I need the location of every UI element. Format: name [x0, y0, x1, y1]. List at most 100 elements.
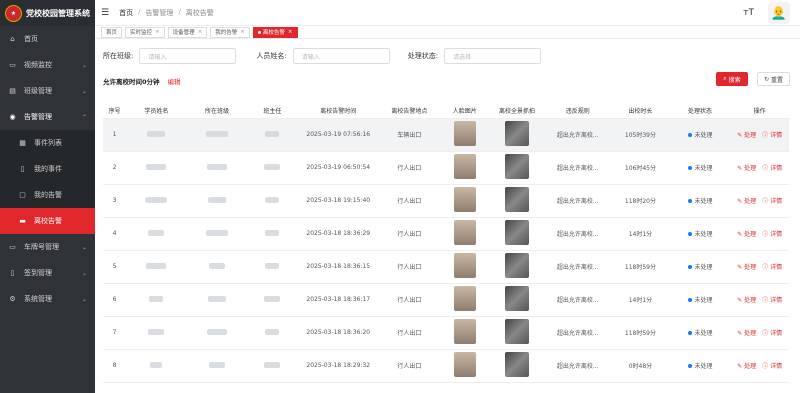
- handle-button[interactable]: ✎ 处理: [737, 328, 756, 337]
- face-image[interactable]: [439, 151, 490, 185]
- table-row[interactable]: 3 2025-03-18 19:15:40 行人出口 超出允许离校... 118时20分…: [103, 184, 789, 218]
- handle-button[interactable]: ✎ 处理: [737, 196, 756, 205]
- table-row[interactable]: 7 2025-03-18 18:36:20 行人出口 超出允许离校... 118时59分…: [103, 316, 789, 350]
- violated-rule: 超出允许离校...: [544, 118, 612, 152]
- sidebar-item-alarm[interactable]: ◉ 告警管理 ⌃: [0, 104, 95, 130]
- row-actions: ✎ 处理 ⓘ 详情: [730, 151, 789, 185]
- sidebar-item-video[interactable]: ▭ 视频监控 ⌄: [0, 52, 95, 78]
- face-image[interactable]: [439, 217, 490, 251]
- face-image[interactable]: [439, 316, 490, 350]
- row-actions: ✎ 处理 ⓘ 详情: [730, 283, 789, 317]
- handle-button[interactable]: ✎ 处理: [737, 229, 756, 238]
- breadcrumb-home[interactable]: 首页: [119, 8, 133, 18]
- face-image[interactable]: [439, 349, 490, 383]
- face-image[interactable]: [439, 118, 490, 152]
- close-icon[interactable]: ×: [198, 29, 203, 35]
- table-row[interactable]: 1 2025-03-19 07:56:16 车辆出口 超出允许离校... 105时39分…: [103, 118, 789, 152]
- sidebar-item-my-alarms[interactable]: ▢ 我的告警: [0, 182, 95, 208]
- chevron-down-icon: ⌄: [81, 243, 87, 251]
- detail-button[interactable]: ⓘ 详情: [762, 196, 782, 205]
- table-row[interactable]: 4 2025-03-18 18:36:29 行人出口 超出允许离校... 14时1分 未处…: [103, 217, 789, 251]
- name-input[interactable]: 请输入: [292, 48, 390, 64]
- detail-button[interactable]: ⓘ 详情: [762, 295, 782, 304]
- table-row[interactable]: 2 2025-03-19 06:50:54 行人出口 超出允许离校... 106时45分…: [103, 151, 789, 185]
- sidebar-item-leave-alarm[interactable]: ▬ 离校告警: [0, 208, 95, 234]
- row-number: 4: [103, 217, 126, 251]
- close-icon[interactable]: ×: [288, 29, 293, 35]
- row-number: 3: [103, 184, 126, 218]
- column-header: 人脸图片: [439, 104, 490, 119]
- status-dot-icon: [687, 165, 692, 170]
- class-name: [186, 316, 248, 350]
- search-button[interactable]: ⌕ 搜索: [716, 72, 748, 86]
- head-teacher: [247, 316, 298, 350]
- head-teacher: [247, 250, 298, 284]
- tab-devices[interactable]: 设备管理 ×: [167, 26, 208, 38]
- edit-link[interactable]: 编辑: [168, 78, 181, 86]
- column-header: 离校全景抓拍: [489, 104, 545, 119]
- sidebar-item-checkin[interactable]: ▯ 签到管理 ⌄: [0, 260, 95, 286]
- table-row[interactable]: 8 2025-03-18 18:29:32 行人出口 超出允许离校... 0时48分 未处…: [103, 349, 789, 383]
- row-number: 7: [103, 316, 126, 350]
- sidebar-item-home[interactable]: ⌂ 首页: [0, 26, 95, 52]
- chevron-down-icon: ⌄: [81, 295, 87, 303]
- scene-snapshot[interactable]: [489, 349, 545, 383]
- close-icon[interactable]: ×: [155, 29, 160, 35]
- table-row[interactable]: 5 2025-03-18 18:36:15 行人出口 超出允许离校... 118时59分…: [103, 250, 789, 284]
- out-duration: 106时45分: [611, 151, 670, 185]
- scene-snapshot[interactable]: [489, 151, 545, 185]
- detail-button[interactable]: ⓘ 详情: [762, 262, 782, 271]
- handle-button[interactable]: ✎ 处理: [737, 295, 756, 304]
- row-actions: ✎ 处理 ⓘ 详情: [730, 184, 789, 218]
- row-actions: ✎ 处理 ⓘ 详情: [730, 349, 789, 383]
- detail-button[interactable]: ⓘ 详情: [762, 361, 782, 370]
- class-label: 所在班级:: [103, 52, 134, 60]
- name-label: 人员姓名:: [256, 52, 287, 60]
- handle-button[interactable]: ✎ 处理: [737, 130, 756, 139]
- tab-live[interactable]: 实时监控 ×: [125, 26, 165, 38]
- detail-button[interactable]: ⓘ 详情: [762, 229, 782, 238]
- scene-snapshot[interactable]: [489, 250, 545, 284]
- alarm-place: 行人出口: [379, 283, 440, 317]
- detail-button[interactable]: ⓘ 详情: [762, 130, 782, 139]
- tab-home[interactable]: 首页: [101, 26, 123, 38]
- app-logo[interactable]: ★ 党校校园管理系统: [0, 0, 95, 26]
- sidebar-item-my-events[interactable]: ▯ 我的事件: [0, 156, 95, 182]
- class-input[interactable]: 请输入: [139, 48, 237, 64]
- sidebar-item-plate[interactable]: ▭ 车牌号管理 ⌄: [0, 234, 95, 260]
- handle-button[interactable]: ✎ 处理: [737, 262, 756, 271]
- tab-leave-alarm[interactable]: 离校告警 ×: [252, 26, 298, 38]
- column-header: 离校告警时间: [297, 104, 380, 119]
- detail-button[interactable]: ⓘ 详情: [762, 163, 782, 172]
- status-select[interactable]: 请选择: [444, 48, 542, 64]
- handle-button[interactable]: ✎ 处理: [737, 163, 756, 172]
- face-image[interactable]: [439, 250, 490, 284]
- face-image[interactable]: [439, 184, 490, 218]
- head-teacher: [247, 217, 298, 251]
- table-row[interactable]: 6 2025-03-18 18:36:17 行人出口 超出允许离校... 14时1分 未处…: [103, 283, 789, 317]
- out-duration: 118时59分: [611, 316, 670, 350]
- column-header: 学员姓名: [126, 104, 187, 119]
- scene-snapshot[interactable]: [489, 316, 545, 350]
- checkin-icon: ▯: [10, 269, 15, 277]
- sidebar-item-event-list[interactable]: ▦ 事件列表: [0, 130, 95, 156]
- detail-button[interactable]: ⓘ 详情: [762, 328, 782, 337]
- student-name: [126, 283, 187, 317]
- handle-button[interactable]: ✎ 处理: [737, 361, 756, 370]
- scene-snapshot[interactable]: [489, 283, 545, 317]
- video-icon: ▭: [9, 61, 16, 69]
- scene-snapshot[interactable]: [489, 217, 545, 251]
- sidebar-item-system[interactable]: ⚙ 系统管理 ⌄: [0, 286, 95, 312]
- alarm-time: 2025-03-18 18:36:29: [297, 217, 380, 251]
- scene-snapshot[interactable]: [489, 184, 545, 218]
- sidebar-item-class[interactable]: ▤ 班级管理 ⌄: [0, 78, 95, 104]
- tab-my-alarms[interactable]: 我的告警 ×: [210, 26, 250, 38]
- active-dot-icon: [257, 30, 261, 34]
- font-size-icon[interactable]: тT: [743, 8, 754, 18]
- scene-snapshot[interactable]: [489, 118, 545, 152]
- face-image[interactable]: [439, 283, 490, 317]
- reset-button[interactable]: ↻ 重置: [757, 72, 790, 86]
- close-icon[interactable]: ×: [240, 29, 245, 35]
- menu-toggle-icon[interactable]: ☰: [101, 8, 109, 18]
- avatar[interactable]: 👨‍🦲: [768, 2, 790, 24]
